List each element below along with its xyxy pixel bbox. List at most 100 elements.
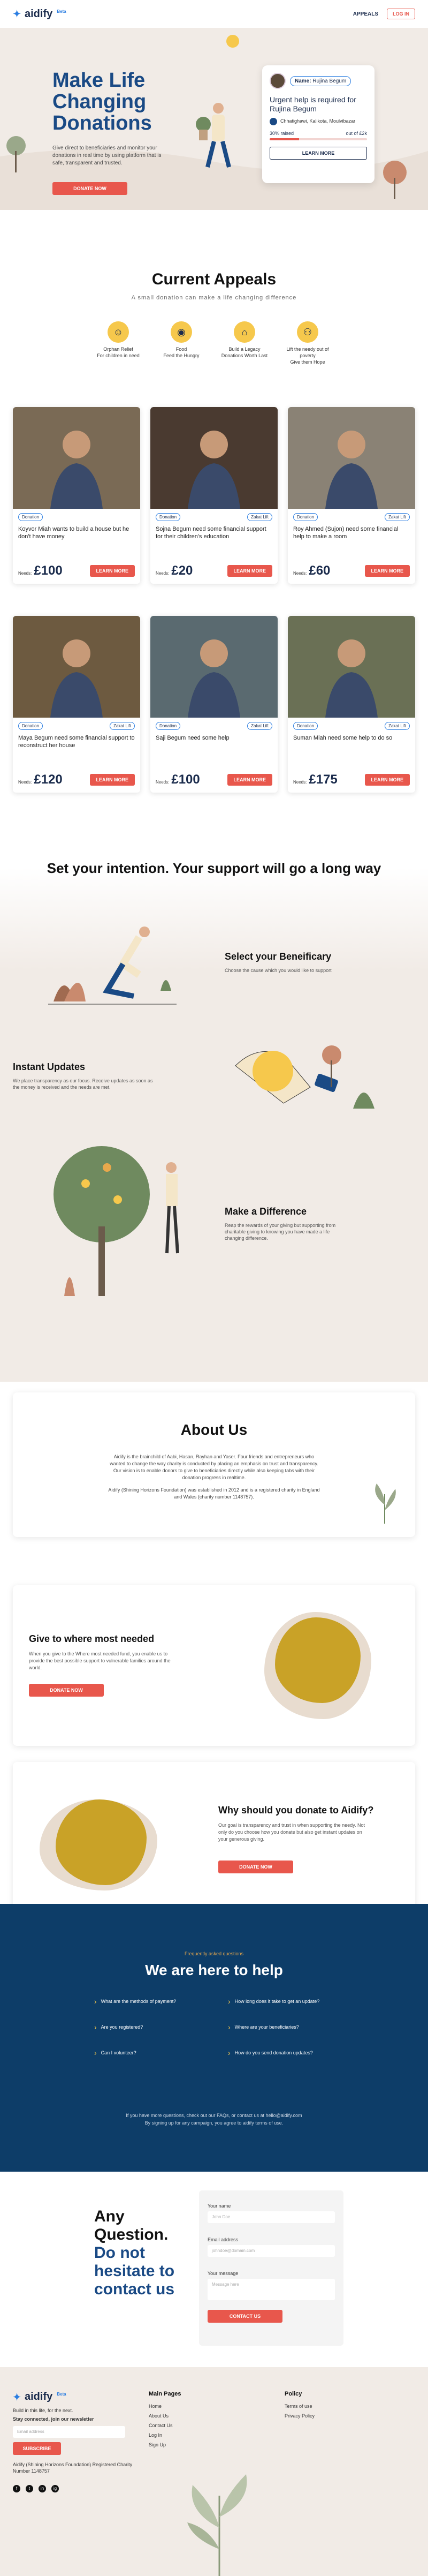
appeal-learn-more-button[interactable]: LEARN MORE xyxy=(364,565,410,577)
message-label: Your message xyxy=(208,2271,239,2276)
footer-link-home[interactable]: Home xyxy=(149,2404,162,2409)
donation-tag: Donation xyxy=(293,722,318,730)
raised-text: 30% raised xyxy=(270,131,294,136)
avatar xyxy=(270,73,286,89)
urgent-learn-more-button[interactable]: LEARN MORE xyxy=(270,147,367,160)
appeal-photo xyxy=(150,616,278,718)
needs-amount: £20 xyxy=(171,563,193,578)
faq-question-1[interactable]: What are the methods of payment? xyxy=(94,1997,177,2006)
appeal-learn-more-button[interactable]: LEARN MORE xyxy=(89,774,135,786)
appeal-learn-more-button[interactable]: LEARN MORE xyxy=(364,774,410,786)
most-needed-title: Give to where most needed xyxy=(29,1633,155,1644)
contact-section: Any Question. Do not hesitate to contact… xyxy=(0,2180,428,2372)
footer-link-privacy[interactable]: Privacy Policy xyxy=(285,2413,315,2419)
faq-section: Frequently asked questions We are here t… xyxy=(0,1904,428,2172)
nav-appeals-link[interactable]: APPEALS xyxy=(353,11,378,17)
goal-text: out of £2k xyxy=(346,131,367,136)
login-button[interactable]: LOG IN xyxy=(387,9,415,19)
step-3-text: Reap the rewards of your giving but supp… xyxy=(225,1223,336,1241)
appeal-text: Koyvor Miah wants to build a house but h… xyxy=(18,526,129,540)
needs-amount: £120 xyxy=(34,772,63,787)
donation-tag: Donation xyxy=(18,513,43,521)
logo[interactable]: ✦ aidify Beta xyxy=(13,8,66,20)
email-field[interactable]: johndoe@domain.com xyxy=(208,2245,335,2257)
needs-label: Needs: xyxy=(156,780,170,785)
appeal-card[interactable]: Donation Zakat Lift Roy Ahmed (Sujon) need… xyxy=(288,407,415,584)
faq-question-6[interactable]: How do you send donation updates? xyxy=(228,2048,313,2057)
hero-section: Make Life Changing Donations Give direct… xyxy=(0,28,428,210)
lift-icon: ⚇ xyxy=(297,321,318,343)
twitter-icon[interactable]: t xyxy=(26,2485,33,2492)
faq-contact-note: If you have more questions, check out ou… xyxy=(126,2113,302,2118)
category-lift-needy[interactable]: ⚇ Lift the needy out of poverty Give them … xyxy=(284,321,332,365)
appeal-learn-more-button[interactable]: LEARN MORE xyxy=(227,774,272,786)
category-food[interactable]: ◉ Food Feed the Hungry xyxy=(157,321,205,359)
footer-link-login[interactable]: Log In xyxy=(149,2432,162,2438)
appeal-card[interactable]: Donation Zakat Lift Maya Begum need some f… xyxy=(13,616,140,793)
needs-label: Needs: xyxy=(18,780,32,785)
zakat-tag: Zakat Lift xyxy=(385,722,410,730)
footer-beta-badge: Beta xyxy=(57,2392,66,2397)
most-needed-donate-button[interactable]: DONATE NOW xyxy=(29,1684,104,1697)
footer-policy-heading: Policy xyxy=(285,2391,302,2397)
message-field[interactable]: Message here xyxy=(208,2279,335,2300)
name-badge: Name: Rujina Begum xyxy=(290,76,351,86)
step-2-text: We place transparency as our focus. Rece… xyxy=(13,1078,153,1090)
location-pin-icon xyxy=(270,118,277,125)
needs-amount: £100 xyxy=(34,563,63,578)
email-label: Email address xyxy=(208,2237,239,2242)
footer-plant-illustration xyxy=(187,2474,247,2576)
appeal-card[interactable]: Donation Zakat Lift Sojna Begum need some … xyxy=(150,407,278,584)
needs-amount: £60 xyxy=(309,563,331,578)
faq-question-5[interactable]: Can I volunteer? xyxy=(94,2048,136,2057)
zakat-tag: Zakat Lift xyxy=(247,513,272,521)
category-orphan-relief[interactable]: ☺ Orphan Relief For children in need xyxy=(94,321,142,359)
contact-submit-button[interactable]: CONTACT US xyxy=(208,2310,282,2323)
beta-badge: Beta xyxy=(57,9,66,14)
aidify-logo-icon: ✦ xyxy=(13,2391,21,2402)
name-label: Your name xyxy=(208,2203,231,2209)
about-paragraph-1: Aidify is the brainchild of Aabi, Hasan,… xyxy=(110,1454,318,1480)
footer-link-about[interactable]: About Us xyxy=(149,2413,169,2419)
subscribe-button[interactable]: SUBSCRIBE xyxy=(13,2442,61,2455)
top-nav: ✦ aidify Beta APPEALS LOG IN xyxy=(0,0,428,28)
footer-link-signup[interactable]: Sign Up xyxy=(149,2442,166,2447)
footer-main-heading: Main Pages xyxy=(149,2391,181,2397)
step-2-title: Instant Updates xyxy=(13,1061,86,1072)
why-donate-section: Why should you donate to Aidify? Our goa… xyxy=(13,1762,415,1923)
appeal-learn-more-button[interactable]: LEARN MORE xyxy=(89,565,135,577)
appeal-card[interactable]: Donation Koyvor Miah wants to build a hou… xyxy=(13,407,140,584)
needs-label: Needs: xyxy=(293,571,307,576)
contact-heading: Any Question. Do not hesitate to contact… xyxy=(94,2208,175,2298)
faq-question-3[interactable]: Are you registered? xyxy=(94,2023,143,2031)
why-donate-button[interactable]: DONATE NOW xyxy=(218,1861,293,1873)
linkedin-icon[interactable]: in xyxy=(39,2485,46,2492)
newsletter-email-input[interactable]: Email address xyxy=(13,2426,125,2438)
name-field[interactable]: John Doe xyxy=(208,2211,335,2223)
hero-donate-button[interactable]: DONATE NOW xyxy=(52,182,127,195)
appeals-title: Current Appeals xyxy=(151,270,277,288)
footer-link-contact[interactable]: Contact Us xyxy=(149,2423,173,2428)
needs-label: Needs: xyxy=(293,780,307,785)
logo-text: aidify xyxy=(25,7,53,20)
instagram-icon[interactable]: ig xyxy=(51,2485,59,2492)
facebook-icon[interactable]: f xyxy=(13,2485,20,2492)
pattern-blob xyxy=(275,1617,361,1703)
gardener-illustration xyxy=(48,927,177,1005)
appeal-card[interactable]: Donation Zakat Lift Saji Begum need some h… xyxy=(150,616,278,793)
footer-logo[interactable]: ✦ Build in this life, for the next. aidi… xyxy=(13,2391,66,2403)
appeal-photo xyxy=(150,407,278,509)
faq-question-2[interactable]: How long does it take to get an update? xyxy=(228,1997,320,2006)
faq-question-4[interactable]: Where are your beneficiaries? xyxy=(228,2023,299,2031)
footer-link-terms[interactable]: Terms of use xyxy=(285,2404,312,2409)
appeal-text: Sojna Begum need some financial support … xyxy=(156,526,266,540)
category-legacy[interactable]: ⌂ Build a Legacy Donations Worth Last xyxy=(220,321,269,359)
orphan-relief-icon: ☺ xyxy=(108,321,129,343)
footer: ✦ Build in this life, for the next. aidi… xyxy=(0,2367,428,2576)
appeal-card[interactable]: Donation Zakat Lift Suman Miah need some h… xyxy=(288,616,415,793)
appeal-learn-more-button[interactable]: LEARN MORE xyxy=(227,565,272,577)
needs-label: Needs: xyxy=(156,571,170,576)
needs-amount: £175 xyxy=(309,772,338,787)
appeal-photo xyxy=(288,407,415,509)
needs-label: Needs: xyxy=(18,571,32,576)
